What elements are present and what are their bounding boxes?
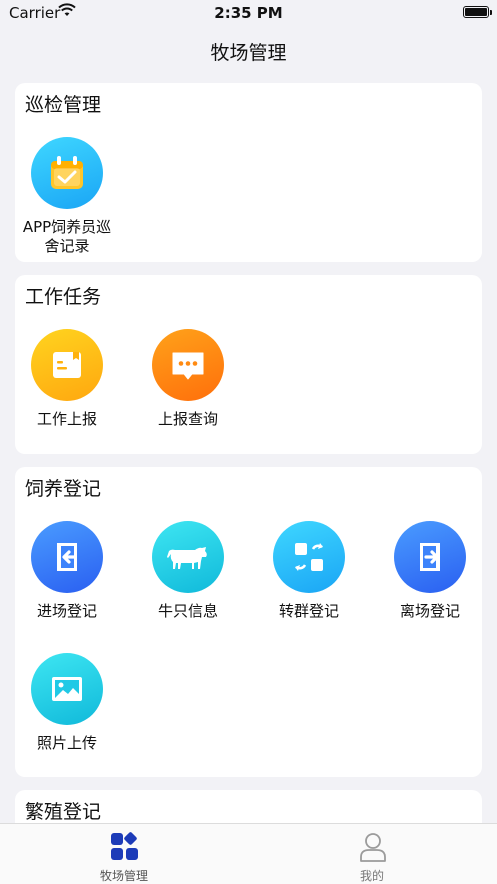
user-icon: [358, 832, 388, 862]
section-title: 工作任务: [25, 286, 102, 308]
calendar-check-icon: [31, 137, 103, 209]
exit-registration-item[interactable]: 离场登记: [380, 521, 480, 621]
section-title: 繁殖登记: [25, 801, 102, 823]
cow-icon: [152, 521, 224, 593]
work-report-item[interactable]: 工作上报: [17, 329, 117, 429]
section-work-tasks: 工作任务 工作上报 上报查询: [15, 275, 482, 454]
image-icon: [31, 653, 103, 725]
report-card-icon: [31, 329, 103, 401]
chat-bubble-icon: [152, 329, 224, 401]
item-label: APP饲养员巡舍记录: [22, 218, 112, 255]
transfer-icon: [273, 521, 345, 593]
item-label: 工作上报: [36, 410, 97, 428]
item-label: 进场登记: [36, 602, 97, 620]
enter-icon: [31, 521, 103, 593]
tab-label: 我的: [359, 869, 384, 883]
section-inspection: 巡检管理 APP饲养员巡舍记录: [15, 83, 482, 262]
tab-mine[interactable]: 我的: [248, 824, 496, 884]
exit-icon: [394, 521, 466, 593]
page-title: 牧场管理: [210, 42, 287, 64]
photo-upload-item[interactable]: 照片上传: [17, 653, 117, 753]
cattle-info-item[interactable]: 牛只信息: [138, 521, 238, 621]
item-label: 离场登记: [399, 602, 460, 620]
tab-label: 牧场管理: [99, 869, 148, 883]
item-label: 照片上传: [36, 734, 97, 752]
inspection-record-item[interactable]: APP饲养员巡舍记录: [17, 137, 117, 256]
grid-icon: [110, 832, 140, 862]
tab-ranch-management[interactable]: 牧场管理: [0, 824, 248, 884]
group-transfer-item[interactable]: 转群登记: [259, 521, 359, 621]
report-query-item[interactable]: 上报查询: [138, 329, 238, 429]
section-title: 巡检管理: [25, 94, 102, 116]
item-label: 上报查询: [157, 410, 218, 428]
item-label: 转群登记: [278, 602, 339, 620]
clock-time: 2:35 PM: [214, 4, 283, 22]
item-label: 牛只信息: [157, 602, 218, 620]
section-title: 饲养登记: [25, 478, 102, 500]
section-feeding-registration: 饲养登记 进场登记 牛只信息 转群登记 离场登记 照片上传: [15, 467, 482, 777]
status-bar: Carrier 2:35 PM: [0, 0, 497, 26]
tab-bar: 牧场管理 我的: [0, 823, 497, 884]
entry-registration-item[interactable]: 进场登记: [17, 521, 117, 621]
battery-icon: [463, 6, 492, 18]
